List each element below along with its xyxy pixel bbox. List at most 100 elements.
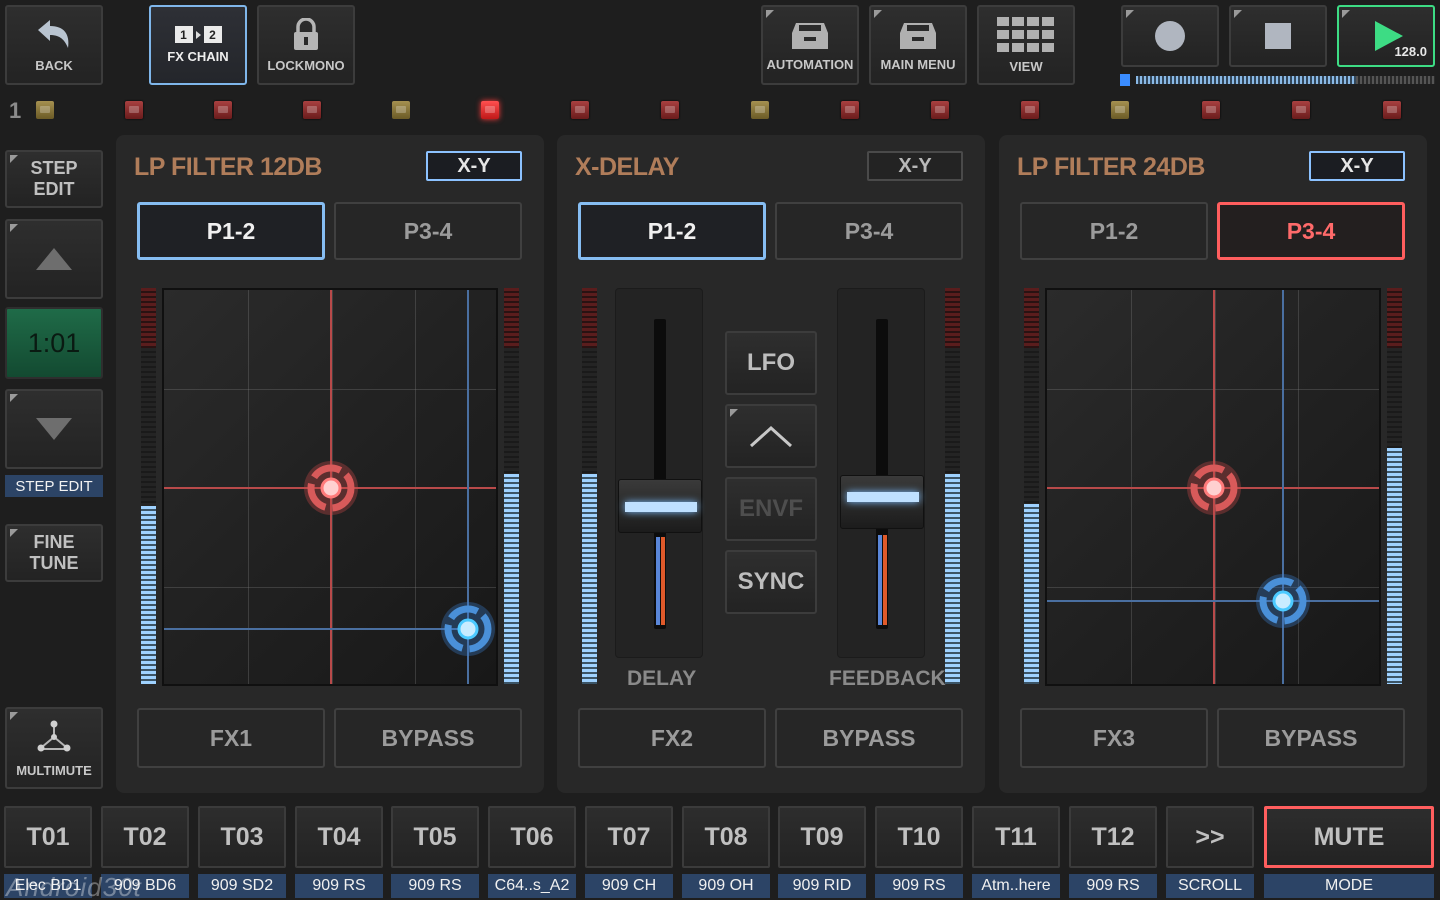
lfo-expand-button[interactable]: [725, 404, 817, 468]
fx2-xy-button[interactable]: X-Y: [867, 151, 963, 181]
track-button-t07[interactable]: T07: [585, 806, 673, 868]
record-button[interactable]: [1121, 5, 1219, 67]
position-progress: [1136, 76, 1356, 84]
fx3-xy-pad[interactable]: [1045, 288, 1381, 686]
mute-mode-caption: MODE: [1264, 874, 1434, 898]
fx3-page-p34[interactable]: P3-4: [1217, 202, 1405, 260]
multimute-button[interactable]: MULTIMUTE: [5, 707, 103, 789]
play-button[interactable]: 128.0: [1337, 5, 1435, 67]
fine-tune-line2: TUNE: [29, 553, 79, 573]
fx-chain-slots-icon: 1 2: [174, 26, 222, 43]
track-button-t08[interactable]: T08: [682, 806, 770, 868]
step-edit-button[interactable]: STEP EDIT: [5, 150, 103, 208]
track-button-t01[interactable]: T01: [4, 806, 92, 868]
blue-crosshair-h: [1047, 600, 1379, 602]
sync-button[interactable]: SYNC: [725, 550, 817, 614]
track-button-t04[interactable]: T04: [295, 806, 383, 868]
undo-arrow-icon: [38, 19, 69, 48]
track-button-t11[interactable]: T11: [972, 806, 1060, 868]
back-label: BACK: [35, 57, 73, 73]
feedback-fader[interactable]: [837, 288, 925, 658]
track-button-t03[interactable]: T03: [198, 806, 286, 868]
step-8[interactable]: [661, 101, 679, 119]
step-12[interactable]: [1021, 101, 1039, 119]
view-button[interactable]: VIEW: [977, 5, 1075, 85]
step-4[interactable]: [303, 101, 321, 119]
fx2-bypass-button[interactable]: BYPASS: [775, 708, 963, 768]
red-xy-handle[interactable]: [1184, 458, 1244, 518]
fader-knob[interactable]: [618, 479, 702, 533]
fx3-xy-button[interactable]: X-Y: [1309, 151, 1405, 181]
automation-button[interactable]: AUTOMATION: [761, 5, 859, 85]
lfo-button[interactable]: LFO: [725, 331, 817, 395]
track-name-t07: 909 CH: [585, 874, 673, 898]
lock-mono-button[interactable]: LOCKMONO: [257, 5, 355, 85]
step-11[interactable]: [931, 101, 949, 119]
track-button-t10[interactable]: T10: [875, 806, 963, 868]
step-7[interactable]: [571, 101, 589, 119]
fx3-title: LP FILTER 24DB: [1017, 153, 1205, 181]
step-9[interactable]: [751, 101, 769, 119]
step-6[interactable]: [481, 101, 499, 119]
fx1-xy-pad[interactable]: [162, 288, 498, 686]
step-up-button[interactable]: [5, 219, 103, 299]
inbox-tray-icon: [792, 22, 828, 49]
red-xy-handle[interactable]: [301, 458, 361, 518]
fx2-page-p34[interactable]: P3-4: [775, 202, 963, 260]
fx1-page-p34[interactable]: P3-4: [334, 202, 522, 260]
track-name-t03: 909 SD2: [198, 874, 286, 898]
fx3-page-p12[interactable]: P1-2: [1020, 202, 1208, 260]
fine-tune-button[interactable]: FINE TUNE: [5, 524, 103, 582]
fx3-button[interactable]: FX3: [1020, 708, 1208, 768]
main-menu-button[interactable]: MAIN MENU: [869, 5, 967, 85]
automation-label: AUTOMATION: [766, 56, 854, 72]
song-position-bar: [1120, 74, 1435, 86]
fx1-page-p12[interactable]: P1-2: [137, 202, 325, 260]
corner-mark: [730, 409, 738, 417]
track-button-t12[interactable]: T12: [1069, 806, 1157, 868]
fader-knob[interactable]: [840, 475, 924, 529]
fx1-xy-button[interactable]: X-Y: [426, 151, 522, 181]
inbox-tray-icon: [900, 22, 936, 49]
fx1-button[interactable]: FX1: [137, 708, 325, 768]
step-10[interactable]: [841, 101, 859, 119]
mute-button[interactable]: MUTE: [1264, 806, 1434, 868]
fx2-button[interactable]: FX2: [578, 708, 766, 768]
step-15[interactable]: [1292, 101, 1310, 119]
view-label: VIEW: [1009, 58, 1043, 74]
track-button-t06[interactable]: T06: [488, 806, 576, 868]
stop-button[interactable]: [1229, 5, 1327, 67]
blue-xy-handle[interactable]: [438, 599, 498, 659]
pattern-index: 1: [9, 98, 22, 123]
fine-tune-line1: FINE: [33, 532, 75, 552]
step-3[interactable]: [214, 101, 232, 119]
fx-chain-slot-2: 2: [203, 26, 222, 43]
step-14[interactable]: [1202, 101, 1220, 119]
fx-chain-button[interactable]: 1 2 FX CHAIN: [149, 5, 247, 85]
blue-xy-handle[interactable]: [1253, 571, 1313, 631]
step-5[interactable]: [392, 101, 410, 119]
delay-fader[interactable]: [615, 288, 703, 658]
watermark-text: Android30t: [6, 872, 142, 900]
track-button-t02[interactable]: T02: [101, 806, 189, 868]
triangle-up-icon: [36, 248, 72, 270]
fx-chain-label: FX CHAIN: [167, 49, 229, 64]
corner-mark: [766, 10, 774, 18]
track-button-t05[interactable]: T05: [391, 806, 479, 868]
sync-label: SYNC: [737, 568, 805, 595]
scroll-button[interactable]: >>: [1166, 806, 1254, 868]
back-button[interactable]: BACK: [5, 5, 103, 85]
envf-button[interactable]: ENVF: [725, 477, 817, 541]
step-13[interactable]: [1111, 101, 1129, 119]
corner-mark: [874, 10, 882, 18]
track-button-t09[interactable]: T09: [778, 806, 866, 868]
step-down-button[interactable]: [5, 389, 103, 469]
fx3-bypass-button[interactable]: BYPASS: [1217, 708, 1405, 768]
fx2-page-p12[interactable]: P1-2: [578, 202, 766, 260]
step-2[interactable]: [125, 101, 143, 119]
chevron-right-icon: [195, 30, 201, 39]
corner-mark: [10, 155, 18, 163]
step-1[interactable]: [36, 101, 54, 119]
step-16[interactable]: [1383, 101, 1401, 119]
fx1-bypass-button[interactable]: BYPASS: [334, 708, 522, 768]
